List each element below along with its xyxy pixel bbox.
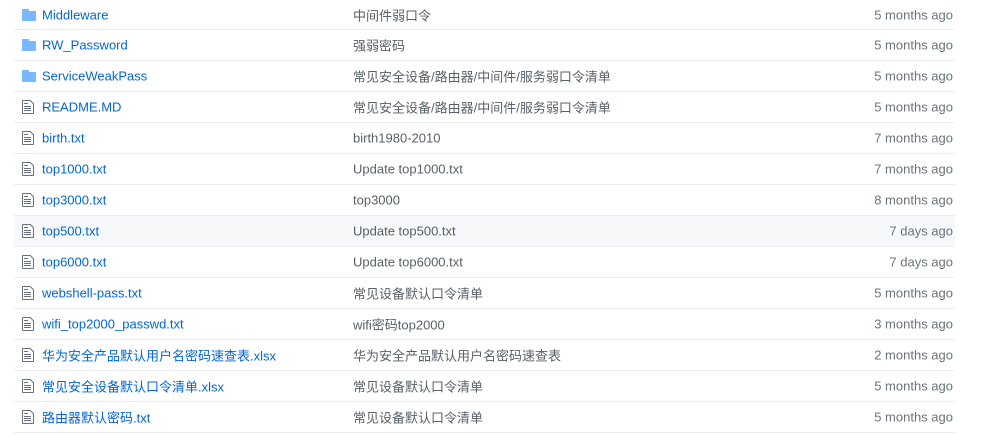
file-list: Middleware 中间件弱口令 5 months ago RW_Password 强…: [14, 0, 955, 433]
commit-age: 5 months ago: [874, 7, 953, 22]
file-row: top500.txt Update top500.txt 7 days ago: [14, 216, 955, 247]
file-name-link[interactable]: README.MD: [42, 100, 121, 115]
commit-age: 8 months ago: [874, 192, 953, 208]
commit-message-link[interactable]: 华为安全产品默认用户名密码速查表: [353, 346, 561, 365]
file-name-link[interactable]: top1000.txt: [42, 162, 106, 177]
file-name-link[interactable]: top6000.txt: [42, 255, 106, 270]
commit-message-link[interactable]: 中间件弱口令: [353, 5, 431, 24]
file-row: ServiceWeakPass 常见安全设备/路由器/中间件/服务弱口令清单 5 m…: [14, 61, 955, 92]
commit-message-link[interactable]: 常见设备默认口令清单: [353, 377, 483, 396]
file-row: README.MD 常见安全设备/路由器/中间件/服务弱口令清单 5 months …: [14, 92, 955, 123]
file-icon: [22, 161, 36, 177]
commit-message-link[interactable]: Update top1000.txt: [353, 162, 463, 177]
file-icon: [22, 409, 36, 425]
file-row: 常见安全设备默认口令清单.xlsx 常见设备默认口令清单 5 months ago: [14, 371, 955, 402]
file-icon: [22, 130, 36, 146]
file-row: webshell-pass.txt 常见设备默认口令清单 5 months ago: [14, 278, 955, 309]
file-name-link[interactable]: top500.txt: [42, 224, 99, 239]
commit-message-link[interactable]: Update top500.txt: [353, 224, 456, 239]
file-name-link[interactable]: 常见安全设备默认口令清单.xlsx: [42, 377, 224, 396]
commit-age: 5 months ago: [874, 378, 953, 394]
file-name-link[interactable]: 路由器默认密码.txt: [42, 408, 150, 427]
file-icon: [22, 285, 36, 301]
commit-age: 7 days ago: [889, 223, 953, 239]
file-row: top1000.txt Update top1000.txt 7 months ag…: [14, 154, 955, 185]
file-icon: [22, 192, 36, 208]
commit-age: 5 months ago: [874, 409, 953, 425]
file-name-link[interactable]: RW_Password: [42, 38, 128, 53]
commit-age: 5 months ago: [874, 37, 953, 53]
file-icon: [22, 316, 36, 332]
commit-message-link[interactable]: 强弱密码: [353, 36, 405, 55]
file-name-link[interactable]: top3000.txt: [42, 193, 106, 208]
file-icon: [22, 99, 36, 115]
commit-age: 5 months ago: [874, 285, 953, 301]
commit-message-link[interactable]: birth1980-2010: [353, 131, 440, 146]
file-name-link[interactable]: birth.txt: [42, 131, 85, 146]
file-name-link[interactable]: wifi_top2000_passwd.txt: [42, 317, 184, 332]
file-icon: [22, 254, 36, 270]
commit-message-link[interactable]: 常见设备默认口令清单: [353, 284, 483, 303]
commit-message-link[interactable]: Update top6000.txt: [353, 255, 463, 270]
file-row: birth.txt birth1980-2010 7 months ago: [14, 123, 955, 154]
file-row: 华为安全产品默认用户名密码速查表.xlsx 华为安全产品默认用户名密码速查表 2 m…: [14, 340, 955, 371]
commit-age: 5 months ago: [874, 99, 953, 115]
file-row: RW_Password 强弱密码 5 months ago: [14, 30, 955, 61]
file-row: Middleware 中间件弱口令 5 months ago: [14, 0, 955, 30]
commit-message-link[interactable]: top3000: [353, 193, 400, 208]
file-name-link[interactable]: ServiceWeakPass: [42, 69, 147, 84]
folder-icon: [22, 68, 36, 84]
folder-icon: [22, 37, 36, 53]
file-icon: [22, 347, 36, 363]
commit-age: 3 months ago: [874, 316, 953, 332]
file-row: 路由器默认密码.txt 常见设备默认口令清单 5 months ago: [14, 402, 955, 433]
commit-age: 5 months ago: [874, 68, 953, 84]
commit-age: 2 months ago: [874, 347, 953, 363]
commit-age: 7 months ago: [874, 130, 953, 146]
commit-message-link[interactable]: 常见安全设备/路由器/中间件/服务弱口令清单: [353, 98, 611, 117]
file-name-link[interactable]: webshell-pass.txt: [42, 286, 142, 301]
file-row: top3000.txt top3000 8 months ago: [14, 185, 955, 216]
file-row: top6000.txt Update top6000.txt 7 days ago: [14, 247, 955, 278]
commit-age: 7 days ago: [889, 254, 953, 270]
commit-message-link[interactable]: 常见安全设备/路由器/中间件/服务弱口令清单: [353, 67, 611, 86]
file-icon: [22, 223, 36, 239]
file-row: wifi_top2000_passwd.txt wifi密码top2000 3 mo…: [14, 309, 955, 340]
folder-icon: [22, 7, 36, 23]
commit-message-link[interactable]: wifi密码top2000: [353, 315, 445, 334]
file-name-link[interactable]: Middleware: [42, 7, 108, 22]
commit-message-link[interactable]: 常见设备默认口令清单: [353, 408, 483, 427]
file-name-link[interactable]: 华为安全产品默认用户名密码速查表.xlsx: [42, 346, 276, 365]
commit-age: 7 months ago: [874, 161, 953, 177]
file-icon: [22, 378, 36, 394]
